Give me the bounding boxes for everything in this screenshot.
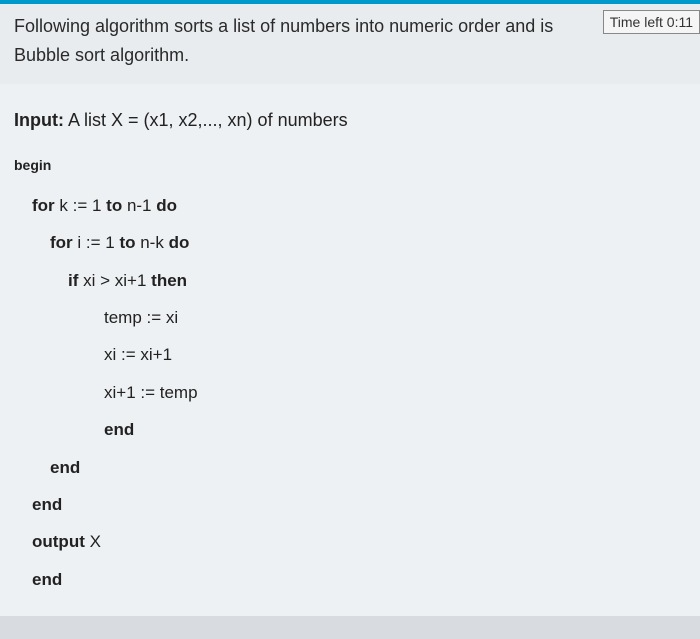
keyword: do xyxy=(156,196,177,215)
keyword: end xyxy=(32,570,62,589)
input-line: Input: A list X = (x1, x2,..., xn) of nu… xyxy=(14,102,686,140)
code-line: xi := xi+1 xyxy=(14,336,686,373)
question-line-1: Following algorithm sorts a list of numb… xyxy=(14,16,553,36)
code-line: end xyxy=(14,486,686,523)
keyword: end xyxy=(104,420,134,439)
code-line: for k := 1 to n-1 do xyxy=(14,187,686,224)
time-left-box: Time left 0:11 xyxy=(603,10,700,34)
code-text: k := 1 xyxy=(55,196,107,215)
code-line: for i := 1 to n-k do xyxy=(14,224,686,261)
keyword: end xyxy=(32,495,62,514)
code-line: end xyxy=(14,411,686,448)
keyword: end xyxy=(50,458,80,477)
code-line: xi+1 := temp xyxy=(14,374,686,411)
keyword: for xyxy=(32,196,55,215)
code-text: X xyxy=(85,532,101,551)
keyword: to xyxy=(119,233,135,252)
keyword: output xyxy=(32,532,85,551)
question-header: Time left 0:11 Following algorithm sorts… xyxy=(0,4,700,84)
keyword: if xyxy=(68,271,78,290)
code-text: xi > xi+1 xyxy=(78,271,151,290)
algorithm-content: Input: A list X = (x1, x2,..., xn) of nu… xyxy=(0,84,700,616)
input-text: A list X = (x1, x2,..., xn) of numbers xyxy=(64,110,348,130)
question-text: Following algorithm sorts a list of numb… xyxy=(14,12,686,70)
time-left-label: Time left 0:11 xyxy=(610,14,693,30)
code-line: temp := xi xyxy=(14,299,686,336)
code-text: temp := xi xyxy=(104,308,178,327)
code-line: output X xyxy=(14,523,686,560)
code-line: if xi > xi+1 then xyxy=(14,262,686,299)
code-text: i := 1 xyxy=(73,233,120,252)
question-line-2: Bubble sort algorithm. xyxy=(14,45,189,65)
begin-keyword: begin xyxy=(14,151,686,180)
input-label: Input: xyxy=(14,110,64,130)
code-text: n-1 xyxy=(122,196,156,215)
keyword: then xyxy=(151,271,187,290)
code-line: end xyxy=(14,561,686,598)
keyword: to xyxy=(106,196,122,215)
code-text: xi+1 := temp xyxy=(104,383,198,402)
code-text: n-k xyxy=(136,233,169,252)
code-line: end xyxy=(14,449,686,486)
keyword: for xyxy=(50,233,73,252)
code-block: for k := 1 to n-1 dofor i := 1 to n-k do… xyxy=(14,187,686,598)
keyword: do xyxy=(169,233,190,252)
code-text: xi := xi+1 xyxy=(104,345,172,364)
